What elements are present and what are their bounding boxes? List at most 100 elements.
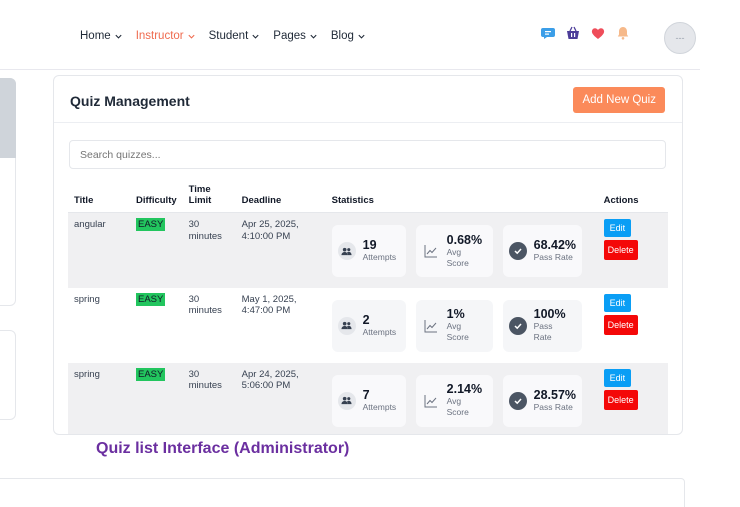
column-header-actions: Actions: [597, 184, 668, 213]
nav-item-student[interactable]: Student: [209, 30, 261, 42]
avg-score-label-line1: Avg: [446, 396, 462, 406]
statistics-cell: 2 Attempts 1% Avg Score 100% Pass Rate: [326, 288, 598, 363]
edit-button[interactable]: Edit: [603, 368, 632, 387]
trend-chart-icon: [422, 242, 440, 260]
nav-item-home[interactable]: Home: [80, 30, 123, 42]
avg-score-value: 0.68%: [446, 232, 483, 247]
delete-button[interactable]: Delete: [603, 314, 638, 335]
edit-button[interactable]: Edit: [603, 219, 632, 237]
chevron-down-icon: [115, 34, 122, 39]
nav-item-label: Blog: [330, 30, 354, 42]
pass-rate-stat: 68.42% Pass Rate: [502, 225, 582, 277]
statistics-cell: 19 Attempts 0.68% Avg Score 68.42% Pass …: [326, 213, 598, 288]
chevron-down-icon: [188, 34, 195, 39]
attempts-value: 7: [362, 387, 370, 402]
avatar[interactable]: ---: [664, 22, 696, 54]
nav-item-instructor[interactable]: Instructor: [136, 30, 196, 42]
time-limit-cell: 30 minutes: [183, 213, 236, 288]
delete-button[interactable]: Delete: [603, 389, 638, 410]
sidebar-card-header: [0, 78, 16, 158]
column-header-statistics: Statistics: [325, 184, 598, 213]
statistics-cell: 7 Attempts 2.14% Avg Score 28.57% Pass R…: [326, 363, 598, 435]
deadline-date: Apr 25, 2025,: [241, 219, 299, 230]
column-header-deadline: Deadline: [235, 184, 326, 213]
time-value: 30: [188, 293, 200, 305]
column-header-title: Title: [68, 184, 130, 213]
delete-button[interactable]: Delete: [603, 240, 638, 260]
users-icon: [337, 316, 356, 335]
quiz-title: angular: [74, 219, 106, 230]
time-limit-cell: 30 minutes: [183, 363, 236, 435]
figure-caption: Quiz list Interface (Administrator): [96, 440, 350, 457]
attempts-stat: 19 Attempts: [331, 225, 406, 277]
quiz-table: Title Difficulty Time Limit Deadline Sta…: [68, 184, 668, 435]
add-new-quiz-button[interactable]: Add New Quiz: [573, 87, 665, 113]
attempts-stat: 7 Attempts: [331, 374, 406, 427]
pass-rate-label: Pass Rate: [533, 321, 553, 342]
attempts-label: Attempts: [362, 401, 397, 412]
card-header: Quiz Management Add New Quiz: [54, 76, 682, 123]
difficulty-cell: EASY: [130, 213, 183, 288]
time-unit: minutes: [188, 230, 222, 242]
nav-item-blog[interactable]: Blog: [331, 30, 366, 42]
time-unit: minutes: [188, 380, 222, 391]
page-title: Quiz Management: [70, 93, 190, 109]
difficulty-badge: EASY: [136, 367, 166, 381]
table-row: spring EASY 30 minutes Apr 24, 2025, 5:0…: [68, 362, 668, 435]
edit-button[interactable]: Edit: [603, 293, 632, 312]
actions-cell: Edit Delete: [598, 213, 668, 288]
deadline-cell: Apr 25, 2025, 4:10:00 PM: [236, 213, 326, 288]
deadline-date: May 1, 2025,: [241, 293, 297, 305]
users-icon: [337, 242, 356, 260]
time-value: 30: [188, 219, 200, 230]
main-nav: Home Instructor Student Pages Blog: [80, 30, 379, 42]
attempts-label: Attempts: [362, 326, 397, 337]
search-input[interactable]: [69, 140, 666, 169]
header-line: Time: [188, 184, 211, 195]
pass-rate-stat: 100% Pass Rate: [502, 299, 582, 352]
avg-score-label-line2: Score: [446, 257, 469, 268]
table-row: spring EASY 30 minutes May 1, 2025, 4:47…: [68, 288, 668, 363]
pass-rate-stat: 28.57% Pass Rate: [502, 374, 582, 427]
nav-item-label: Home: [80, 30, 111, 42]
chat-icon[interactable]: [540, 25, 556, 41]
basket-icon[interactable]: [565, 25, 581, 41]
difficulty-cell: EASY: [130, 288, 183, 363]
avg-score-label-line1: Avg: [446, 246, 462, 257]
difficulty-badge: EASY: [136, 218, 166, 231]
nav-item-label: Instructor: [135, 30, 184, 42]
heart-icon[interactable]: [590, 25, 606, 41]
users-icon: [337, 391, 356, 410]
deadline-date: Apr 24, 2025,: [241, 368, 299, 380]
quiz-title: spring: [74, 368, 100, 380]
trend-chart-icon: [422, 392, 440, 410]
nav-item-label: Pages: [273, 30, 306, 42]
nav-item-pages[interactable]: Pages: [273, 30, 318, 42]
bell-icon[interactable]: [615, 25, 631, 41]
avg-score-stat: 0.68% Avg Score: [415, 225, 493, 277]
attempts-label: Attempts: [362, 252, 397, 262]
avatar-text: ---: [675, 33, 685, 43]
actions-cell: Edit Delete: [598, 363, 668, 435]
table-row: angular EASY 30 minutes Apr 25, 2025, 4:…: [68, 212, 668, 288]
check-circle-icon: [508, 391, 527, 410]
avg-score-stat: 1% Avg Score: [415, 299, 493, 352]
attempts-stat: 2 Attempts: [331, 299, 406, 352]
column-header-difficulty: Difficulty: [130, 184, 183, 213]
pass-rate-label: Pass Rate: [533, 401, 573, 412]
difficulty-badge: EASY: [136, 292, 166, 306]
pass-rate-value: 100%: [533, 307, 566, 321]
check-circle-icon: [508, 316, 527, 335]
top-navbar: Home Instructor Student Pages Blog ---: [0, 0, 700, 70]
avg-score-value: 1%: [446, 307, 465, 321]
time-unit: minutes: [188, 305, 222, 316]
deadline-cell: May 1, 2025, 4:47:00 PM: [236, 288, 326, 363]
chevron-down-icon: [358, 34, 365, 39]
header-icons: [540, 25, 631, 41]
deadline-time: 4:47:00 PM: [241, 305, 291, 316]
column-header-time-limit: Time Limit: [182, 184, 236, 213]
deadline-time: 5:06:00 PM: [241, 380, 291, 391]
time-value: 30: [188, 368, 200, 380]
avg-score-label-line1: Avg: [446, 321, 462, 331]
time-limit-cell: 30 minutes: [183, 288, 236, 363]
